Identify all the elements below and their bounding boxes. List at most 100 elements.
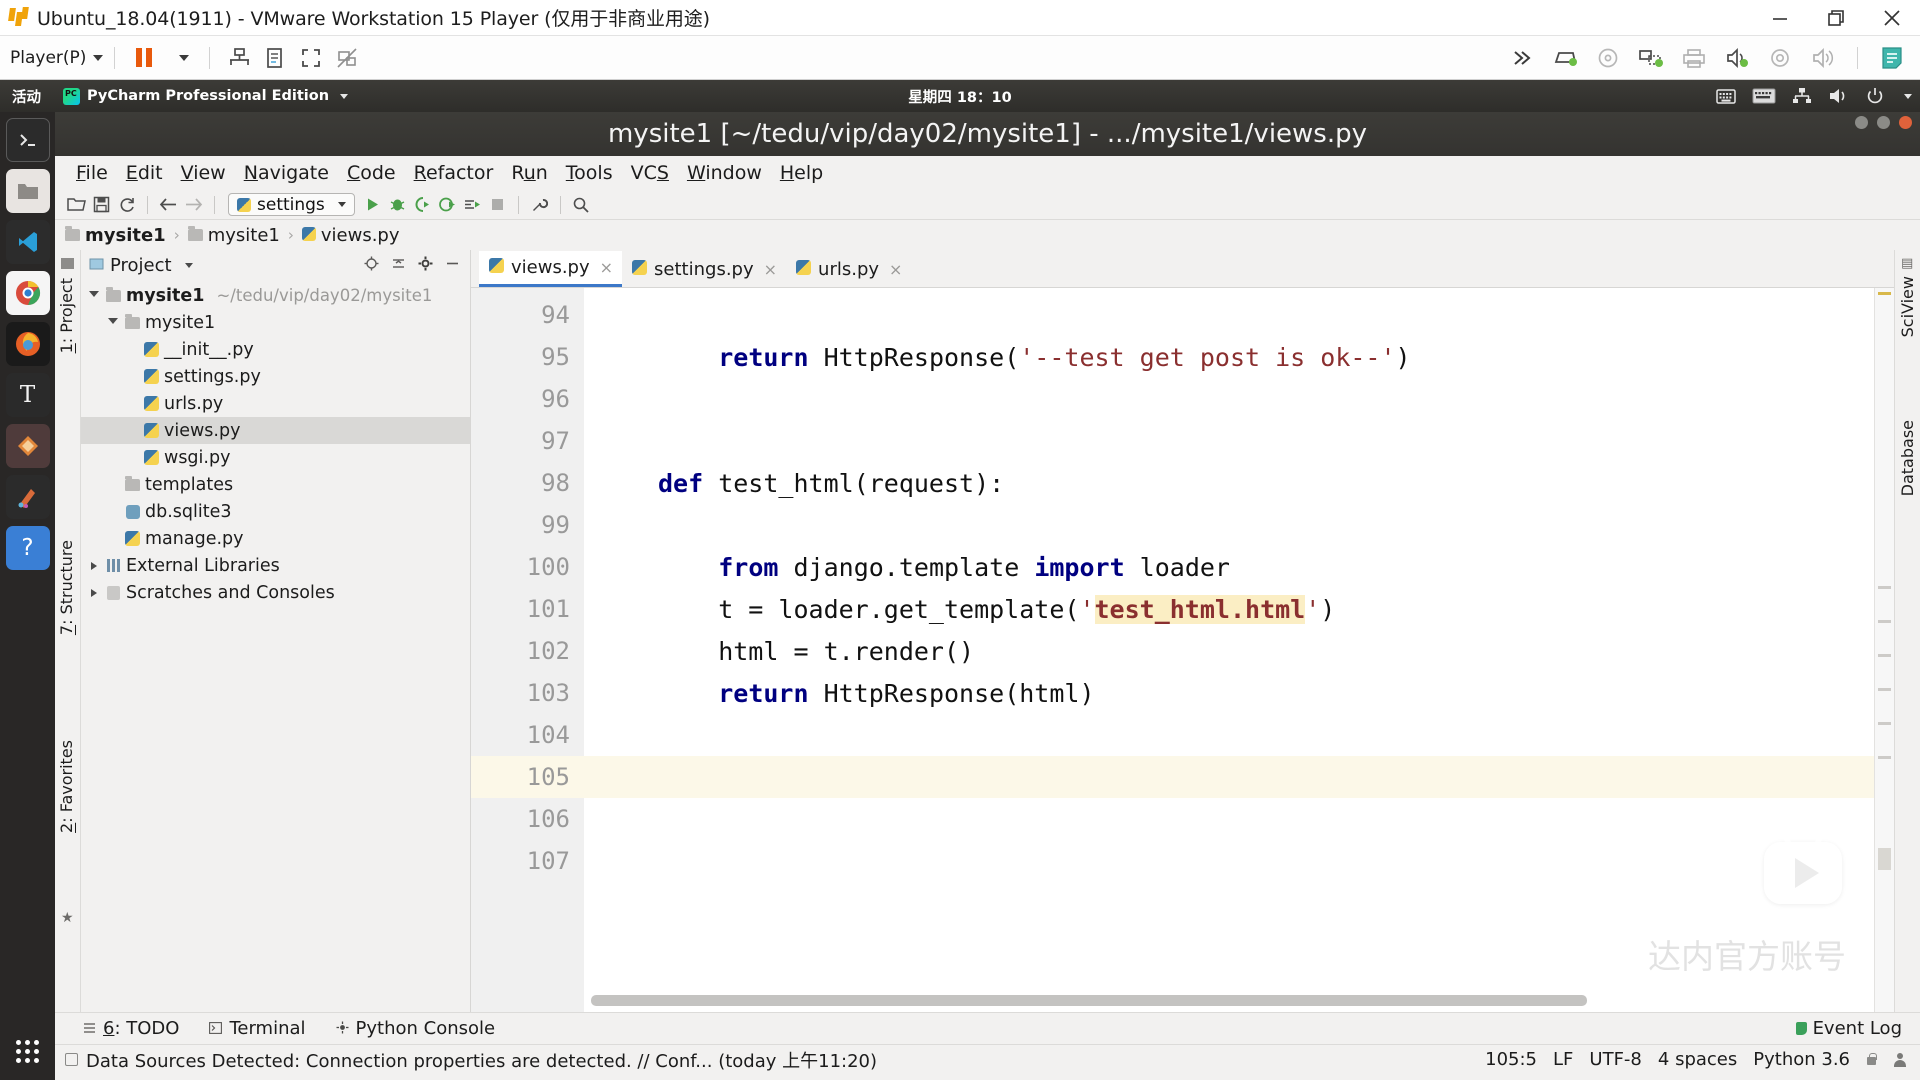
menu-help[interactable]: Help	[771, 160, 832, 186]
restore-button[interactable]	[1808, 0, 1864, 36]
unity-mode-icon[interactable]	[260, 43, 290, 73]
chevron-right-icon[interactable]	[87, 589, 101, 597]
pycharm-minimize-button[interactable]	[1855, 116, 1868, 129]
tree-item-mysite1-root[interactable]: mysite1~/tedu/vip/day02/mysite1	[81, 282, 470, 309]
pycharm-maximize-button[interactable]	[1877, 116, 1890, 129]
pycharm-close-button[interactable]	[1899, 116, 1912, 129]
dock-item-chrome[interactable]	[6, 271, 50, 315]
save-all-icon[interactable]	[90, 193, 113, 216]
power-icon[interactable]	[1866, 87, 1884, 105]
line-number[interactable]: 102	[471, 630, 584, 672]
volume-icon[interactable]	[1828, 87, 1850, 105]
file-encoding[interactable]: UTF-8	[1589, 1049, 1641, 1070]
tree-item-db-sqlite3[interactable]: db.sqlite3	[81, 498, 470, 525]
strip-project[interactable]: 1: Project	[57, 278, 76, 353]
back-icon[interactable]	[157, 193, 180, 216]
tab-urls-py[interactable]: urls.py×	[786, 251, 911, 287]
breadcrumb-mysite1-root[interactable]: mysite1	[65, 225, 166, 246]
search-icon[interactable]	[570, 193, 593, 216]
line-number[interactable]: 97	[471, 420, 584, 462]
locate-icon[interactable]	[364, 256, 379, 275]
chevron-down-icon[interactable]	[185, 263, 193, 268]
chevron-down-icon[interactable]	[106, 318, 120, 328]
code-editor[interactable]: return HttpResponse('--test get post is …	[584, 288, 1894, 1012]
forward-icon[interactable]	[182, 193, 205, 216]
menu-tools[interactable]: Tools	[557, 160, 622, 186]
editor-horizontal-scrollbar[interactable]	[591, 995, 1868, 1006]
tree-item-views-py[interactable]: views.py	[81, 417, 470, 444]
person-icon[interactable]	[1893, 1053, 1906, 1067]
menu-view[interactable]: View	[172, 160, 235, 186]
profile-button[interactable]	[436, 193, 459, 216]
menu-run[interactable]: Run	[502, 160, 556, 186]
line-number[interactable]: 98	[471, 462, 584, 504]
synchronize-icon[interactable]	[115, 193, 138, 216]
clock[interactable]: 星期四 18：10	[0, 86, 1920, 107]
toolwindow-terminal[interactable]: Terminal	[209, 1018, 305, 1039]
network-adapter-icon[interactable]	[1634, 43, 1668, 73]
line-separator[interactable]: LF	[1553, 1049, 1573, 1070]
close-button[interactable]	[1864, 0, 1920, 36]
pause-dropdown-icon[interactable]	[165, 43, 195, 73]
minimize-button[interactable]	[1752, 0, 1808, 36]
settings-gear-icon[interactable]	[418, 256, 433, 275]
run-configuration-selector[interactable]: settings	[228, 193, 355, 216]
line-number[interactable]: 96	[471, 378, 584, 420]
menu-refactor[interactable]: Refactor	[405, 160, 503, 186]
dock-item-ubuntu-software[interactable]	[6, 424, 50, 468]
line-number[interactable]: 104	[471, 714, 584, 756]
system-menu-caret-icon[interactable]	[1904, 94, 1912, 99]
sound-card-icon[interactable]	[1720, 43, 1754, 73]
dock-item-help[interactable]: ?	[6, 526, 50, 570]
line-number[interactable]: 99	[471, 504, 584, 546]
player-menu-button[interactable]: Player(P)	[10, 48, 103, 68]
speaker-icon[interactable]	[1806, 43, 1840, 73]
indent-setting[interactable]: 4 spaces	[1658, 1049, 1737, 1070]
printer-icon[interactable]	[1677, 43, 1711, 73]
dock-item-firefox[interactable]	[6, 322, 50, 366]
menu-vcs[interactable]: VCS	[622, 160, 678, 186]
debug-button[interactable]	[386, 193, 409, 216]
python-interpreter[interactable]: Python 3.6	[1753, 1049, 1850, 1070]
dock-item-terminal[interactable]	[6, 118, 50, 162]
tree-item-mysite1-pkg[interactable]: mysite1	[81, 309, 470, 336]
close-icon[interactable]: ×	[889, 260, 902, 279]
hide-icon[interactable]	[445, 256, 460, 275]
dock-item-files[interactable]	[6, 169, 50, 213]
no-network-icon[interactable]	[332, 43, 362, 73]
caret-position[interactable]: 105:5	[1485, 1049, 1537, 1070]
chevron-down-icon[interactable]	[87, 291, 101, 301]
dock-item-vscode[interactable]	[6, 220, 50, 264]
lock-icon[interactable]	[1866, 1053, 1877, 1066]
close-icon[interactable]: ×	[600, 258, 613, 277]
tree-item-templates[interactable]: templates	[81, 471, 470, 498]
toolwindow-todo[interactable]: 6: TODO	[83, 1018, 179, 1039]
tree-item-scratches[interactable]: Scratches and Consoles	[81, 579, 470, 606]
line-number[interactable]: 94	[471, 294, 584, 336]
tree-item-external-libraries[interactable]: External Libraries	[81, 552, 470, 579]
pause-icon[interactable]	[129, 43, 159, 73]
menu-file[interactable]: File	[67, 160, 117, 186]
line-number[interactable]: 107	[471, 840, 584, 882]
strip-sciview[interactable]: SciView	[1898, 276, 1917, 337]
network-icon[interactable]	[1792, 87, 1812, 105]
dock-item-amazon[interactable]	[6, 475, 50, 519]
run-button[interactable]	[361, 193, 384, 216]
line-number[interactable]: 106	[471, 798, 584, 840]
tree-item-init-py[interactable]: __init__.py	[81, 336, 470, 363]
tree-item-settings-py[interactable]: settings.py	[81, 363, 470, 390]
collapse-all-icon[interactable]	[391, 256, 406, 275]
marker-bar[interactable]	[1874, 288, 1894, 1012]
breadcrumb-views-py[interactable]: views.py	[302, 225, 400, 246]
toolwindow-python-console[interactable]: Python Console	[336, 1018, 496, 1039]
menu-edit[interactable]: Edit	[117, 160, 172, 186]
event-log-button[interactable]: Event Log	[1796, 1018, 1902, 1039]
line-number[interactable]: 95	[471, 336, 584, 378]
hard-disk-icon[interactable]	[1548, 43, 1582, 73]
onscreen-keyboard-icon[interactable]	[1716, 87, 1736, 105]
line-number[interactable]: 101	[471, 588, 584, 630]
show-applications-button[interactable]	[0, 1028, 55, 1074]
stop-button[interactable]	[486, 193, 509, 216]
tab-settings-py[interactable]: settings.py×	[622, 251, 786, 287]
tree-item-wsgi-py[interactable]: wsgi.py	[81, 444, 470, 471]
